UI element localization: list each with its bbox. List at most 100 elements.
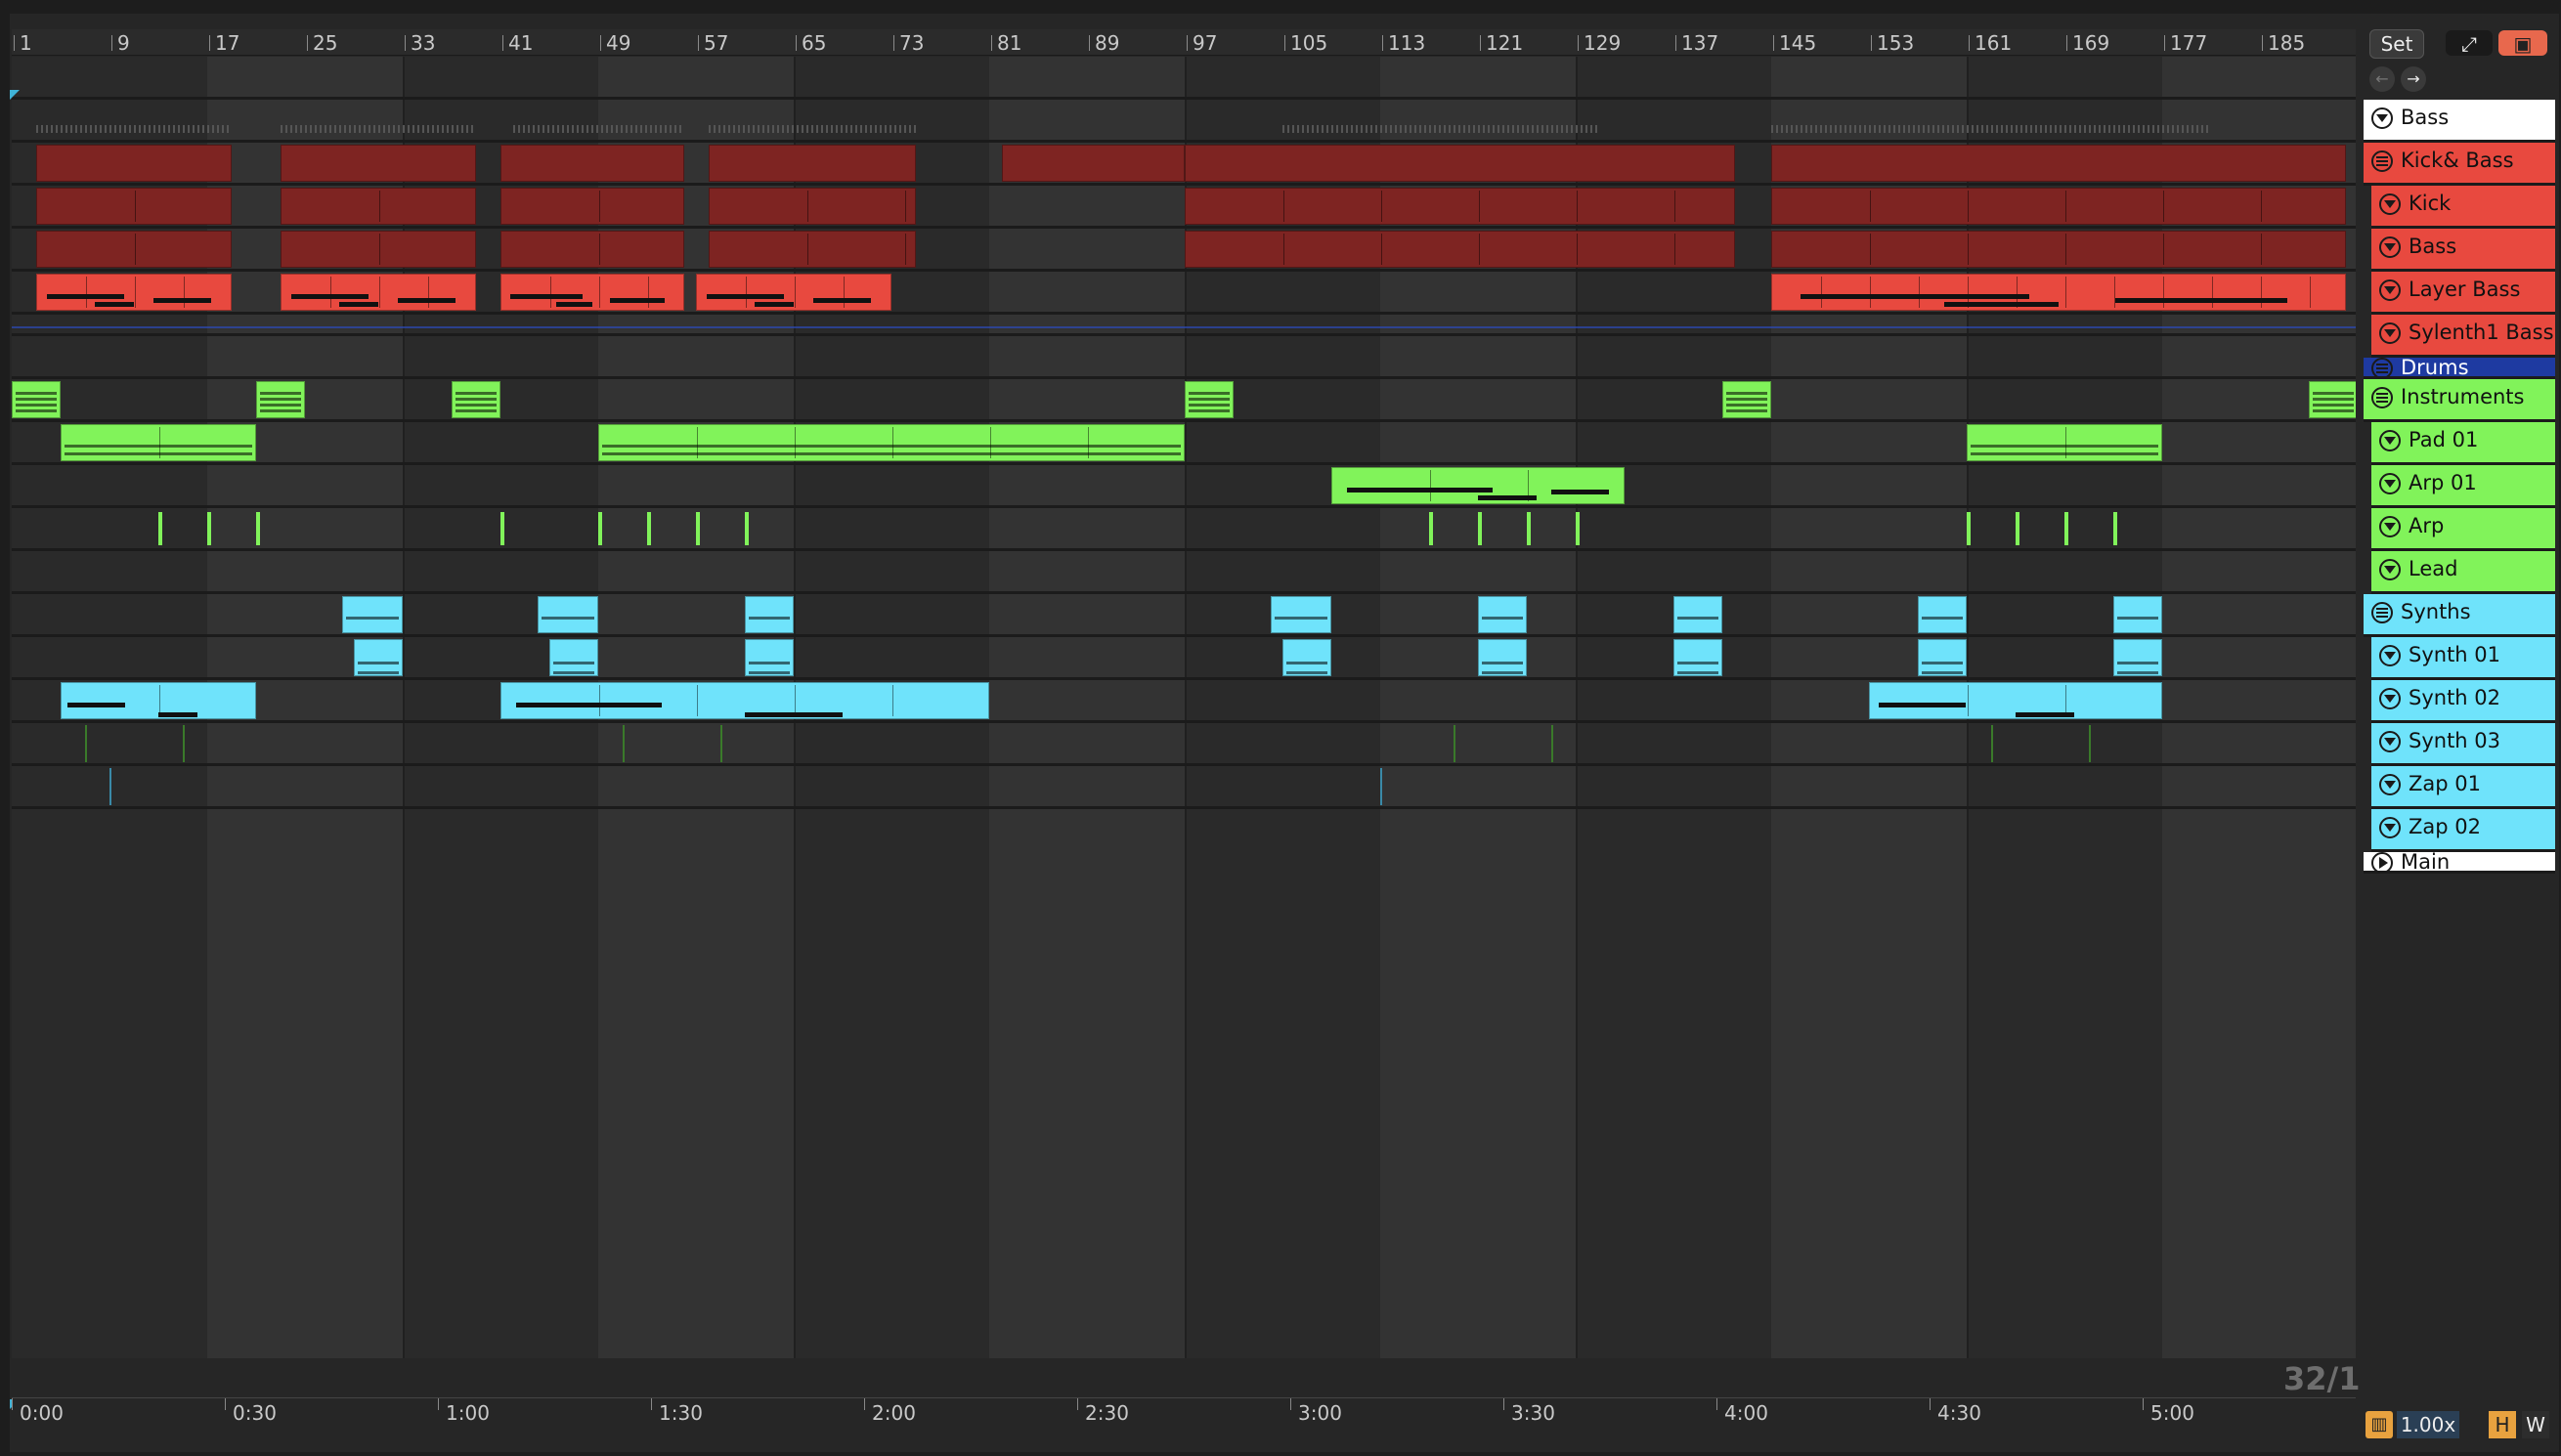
zap01-clip[interactable] [1454,725,1455,762]
synth01-clip[interactable] [1478,596,1527,633]
track-header-zap-01[interactable]: Zap 01 [2371,766,2555,809]
lead-clip[interactable] [2016,512,2019,545]
fold-icon[interactable] [2379,516,2401,537]
zap01-clip[interactable] [720,725,722,762]
bass-clip[interactable] [500,188,684,225]
track-header-lead[interactable]: Lead [2371,551,2555,594]
track-header-zap-02[interactable]: Zap 02 [2371,809,2555,852]
layer-bass-clip[interactable] [36,231,232,268]
kick-clip[interactable] [1185,145,1735,182]
fold-icon[interactable] [2379,322,2401,344]
fold-icon[interactable] [2379,193,2401,215]
lead-clip[interactable] [207,512,211,545]
pad-clip[interactable] [1722,381,1771,418]
zap01-clip[interactable] [1991,725,1993,762]
track-lane[interactable] [12,508,2356,551]
track-header-bass[interactable]: Bass [2364,100,2555,143]
lead-clip[interactable] [696,512,700,545]
bass-clip[interactable] [708,188,916,225]
group-icon[interactable] [2371,150,2393,172]
fold-icon[interactable] [2379,688,2401,709]
lead-clip[interactable] [1478,512,1482,545]
lead-clip[interactable] [1429,512,1433,545]
layer-bass-clip[interactable] [1185,231,1735,268]
sylenth-bass-clip[interactable] [36,274,232,311]
kick-clip[interactable] [1771,145,2346,182]
fold-icon[interactable] [2371,107,2393,129]
expand-icon[interactable]: ⤢ [2446,30,2493,56]
pad-clip[interactable] [452,381,500,418]
track-header-arp[interactable]: Arp [2371,508,2555,551]
layer-bass-clip[interactable] [1771,231,2346,268]
sylenth-bass-clip[interactable] [1771,274,2346,311]
synth01-clip[interactable] [1673,596,1722,633]
track-lane[interactable] [12,336,2356,379]
track-lane[interactable] [12,766,2356,809]
track-header-synth-01[interactable]: Synth 01 [2371,637,2555,680]
pad-clip[interactable] [256,381,305,418]
zap01-clip[interactable] [2089,725,2091,762]
synth03-clip[interactable] [61,682,256,719]
set-button[interactable]: Set [2369,29,2424,59]
kick-clip[interactable] [36,145,232,182]
synth02-clip[interactable] [1918,639,1967,676]
lock-icon[interactable]: ▣ [2498,30,2547,56]
track-header-synth-02[interactable]: Synth 02 [2371,680,2555,723]
lead-clip[interactable] [1967,512,1971,545]
synth02-clip[interactable] [1282,639,1331,676]
lead-clip[interactable] [256,512,260,545]
synth01-clip[interactable] [1918,596,1967,633]
kick-clip[interactable] [708,145,916,182]
arp01-clip[interactable] [598,424,1185,461]
lead-clip[interactable] [598,512,602,545]
track-header-bass[interactable]: Bass [2371,229,2555,272]
kick-clip[interactable] [1001,145,1185,182]
fold-icon[interactable] [2379,236,2401,258]
synth02-clip[interactable] [745,639,794,676]
synth03-clip[interactable] [500,682,989,719]
fold-icon[interactable] [2379,279,2401,301]
synth02-clip[interactable] [549,639,598,676]
arp01-clip[interactable] [61,424,256,461]
lead-clip[interactable] [2064,512,2068,545]
zap01-clip[interactable] [623,725,625,762]
sylenth-bass-clip[interactable] [281,274,476,311]
lead-clip[interactable] [158,512,162,545]
arp-clip[interactable] [1331,467,1625,504]
pad-clip[interactable] [12,381,61,418]
group-icon[interactable] [2371,387,2393,408]
track-header-sylenth1-bass[interactable]: Sylenth1 Bass [2371,315,2555,358]
lead-clip[interactable] [500,512,504,545]
zap02-clip[interactable] [109,768,111,805]
arp01-clip[interactable] [1967,424,2162,461]
pad-clip[interactable] [1185,381,1234,418]
fold-icon[interactable] [2379,473,2401,494]
bass-clip[interactable] [1185,188,1735,225]
synth01-clip[interactable] [537,596,598,633]
synth02-clip[interactable] [354,639,403,676]
lead-clip[interactable] [1576,512,1580,545]
zap01-clip[interactable] [85,725,87,762]
lead-clip[interactable] [647,512,651,545]
fold-icon[interactable] [2379,731,2401,752]
track-header-layer-bass[interactable]: Layer Bass [2371,272,2555,315]
bass-clip[interactable] [281,188,476,225]
track-header-synths[interactable]: Synths [2364,594,2555,637]
fold-icon[interactable] [2379,774,2401,795]
layer-bass-clip[interactable] [500,231,684,268]
h-button[interactable]: H [2489,1411,2516,1438]
beat-ruler[interactable]: 1 9 17 25 33 41 49 57 65 73 81 89 97 105 113 121 129 137 1… [12,29,2356,56]
lead-clip[interactable] [1527,512,1531,545]
track-lane[interactable] [12,551,2356,594]
synth02-clip[interactable] [2113,639,2162,676]
w-button[interactable]: W [2522,1411,2549,1438]
track-header-kick-bass[interactable]: Kick& Bass [2364,143,2555,186]
synth01-clip[interactable] [2113,596,2162,633]
kick-clip[interactable] [500,145,684,182]
track-header-drums[interactable]: Drums [2364,356,2555,379]
track-lane[interactable] [12,57,2356,100]
track-header-kick[interactable]: Kick [2371,186,2555,229]
audio-icon[interactable]: ▥ [2366,1411,2393,1438]
synth01-clip[interactable] [341,596,403,633]
track-lane[interactable] [12,465,2356,508]
